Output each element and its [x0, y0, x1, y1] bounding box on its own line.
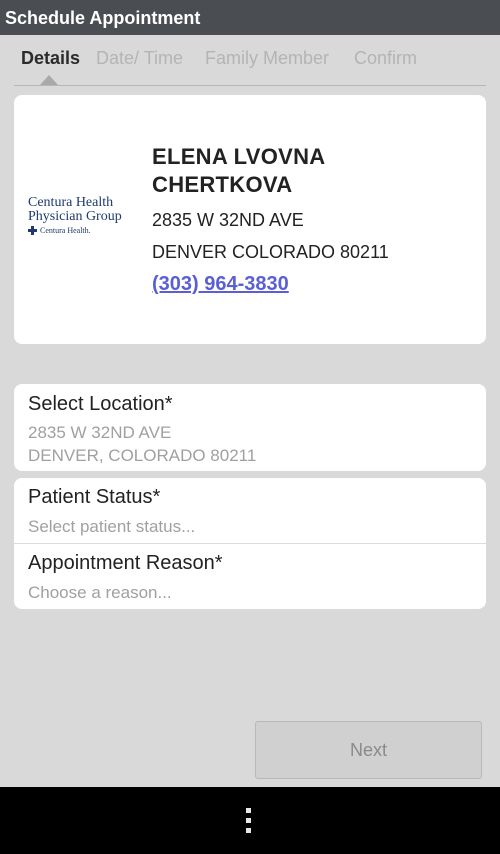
provider-phone-link[interactable]: (303) 964-3830 [152, 273, 289, 296]
step-tabs: Details Date/ Time Family Member Confirm [14, 46, 486, 86]
tab-date-time[interactable]: Date/ Time [96, 48, 183, 69]
logo-text-line1: Centura Health [28, 195, 114, 210]
overflow-menu-icon[interactable] [245, 808, 253, 834]
provider-name-line2: CHERTKOVA [152, 172, 293, 197]
location-value-line2: DENVER, COLORADO 80211 [28, 446, 257, 465]
tab-confirm[interactable]: Confirm [354, 48, 417, 69]
app-title: Schedule Appointment [5, 8, 201, 28]
appointment-reason-field[interactable]: Appointment Reason* Choose a reason... [14, 544, 486, 609]
provider-info: ELENA LVOVNA CHERTKOVA 2835 W 32ND AVE D… [152, 143, 472, 296]
provider-address-line2: DENVER COLORADO 80211 [152, 242, 389, 262]
appointment-details-form: Patient Status* Select patient status...… [14, 478, 486, 609]
location-value-line1: 2835 W 32ND AVE [28, 423, 172, 442]
app-title-bar: Schedule Appointment [0, 0, 500, 35]
select-location-value: 2835 W 32ND AVE DENVER, COLORADO 80211 [28, 421, 256, 467]
provider-address-line1: 2835 W 32ND AVE [152, 210, 304, 230]
appointment-reason-label: Appointment Reason* [28, 552, 223, 574]
logo-subline: Centura Health. [28, 226, 132, 235]
tab-details[interactable]: Details [21, 48, 80, 69]
next-button[interactable]: Next [255, 721, 482, 779]
centura-logo: Centura Health Physician Group Centura H… [28, 196, 132, 236]
cross-icon [28, 226, 37, 235]
select-location-field[interactable]: Select Location* 2835 W 32ND AVE DENVER,… [14, 384, 486, 471]
appointment-reason-placeholder: Choose a reason... [28, 583, 172, 602]
provider-card: Centura Health Physician Group Centura H… [14, 95, 486, 344]
select-location-label: Select Location* [28, 393, 173, 415]
system-nav-bar [0, 787, 500, 854]
patient-status-placeholder: Select patient status... [28, 517, 196, 536]
logo-small-text: Centura Health. [40, 226, 91, 235]
logo-text-line2: Physician Group [28, 209, 122, 224]
patient-status-field[interactable]: Patient Status* Select patient status... [14, 478, 486, 543]
provider-name: ELENA LVOVNA CHERTKOVA [152, 143, 472, 199]
provider-name-line1: ELENA LVOVNA [152, 144, 326, 169]
active-tab-indicator [40, 75, 58, 85]
patient-status-label: Patient Status* [28, 486, 161, 508]
tab-family-member[interactable]: Family Member [205, 48, 329, 69]
